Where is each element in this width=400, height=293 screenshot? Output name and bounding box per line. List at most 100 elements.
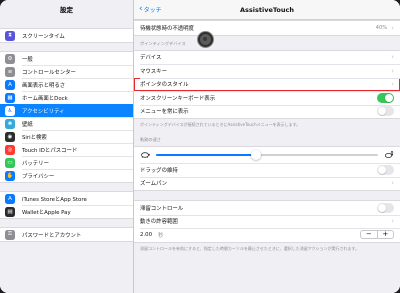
chevron-right-icon: › [391, 80, 394, 89]
idle-opacity-label: 待機状態時の不透明度 [140, 25, 194, 32]
devices-row[interactable]: デバイス › [134, 51, 400, 65]
always-show-menu-label: メニューを常に表示 [140, 109, 189, 116]
sidebar-item-wallpaper[interactable]: ❀ 壁紙 [0, 117, 133, 130]
sidebar-item-display-brightness[interactable]: A 画面表示と明るさ [0, 78, 133, 91]
dwell-footer: 滞留コントロールを有効にすると、指定した時間カーソルを静止させたときに、選択した… [140, 245, 360, 251]
sidebar-item-label: バッテリー [22, 160, 49, 167]
sidebar-item-battery[interactable]: ▭ バッテリー [0, 156, 133, 169]
chevron-right-icon: › [391, 23, 394, 32]
onscreen-keyboard-toggle[interactable] [377, 92, 394, 103]
rabbit-icon [384, 150, 394, 160]
sidebar-item-label: iTunes StoreとApp Store [22, 196, 87, 203]
dwell-seconds-stepper: − + [360, 230, 394, 240]
sidebar-item-privacy[interactable]: ✋ プライバシー [0, 169, 133, 182]
dwell-seconds-value: 2.00 [140, 231, 153, 238]
pointing-devices-footer: ポインティングデバイスが接続されているときにAssistiveTouchメニュー… [140, 122, 301, 127]
sidebar-group-store: A iTunes StoreとApp Store ▤ WalletとApple … [0, 191, 133, 219]
home-grid-icon: ▦ [5, 92, 15, 103]
tracking-group: ドラッグの維持 ズームパン › [134, 146, 400, 192]
drag-lock-row: ドラッグの維持 [134, 163, 400, 177]
movement-tolerance-row[interactable]: 動きの許容範囲 › [134, 214, 400, 229]
sidebar-item-general[interactable]: ⚙ 一般 [0, 52, 133, 65]
sidebar-item-label: Touch IDとパスコード [22, 147, 78, 154]
settings-sidebar: 設定 ⧗ スクリーンタイム ⚙ 一般 ≡ コントロールセンター A 画面表示と明… [0, 0, 134, 293]
idle-opacity-value: 40% [375, 24, 388, 31]
sidebar-item-label: 画面表示と明るさ [22, 82, 66, 89]
gear-icon: ⚙ [5, 53, 15, 64]
sidebar-item-screen-time[interactable]: ⧗ スクリーンタイム [0, 29, 133, 42]
drag-lock-toggle[interactable] [377, 164, 394, 175]
sidebar-item-label: アクセシビリティ [22, 108, 65, 115]
sidebar-item-label: Siriと検索 [22, 134, 47, 141]
back-button[interactable]: ‹ タッチ [139, 4, 162, 15]
mouse-keys-label: マウスキー [140, 68, 167, 75]
dwell-control-row: 滞留コントロール [134, 201, 400, 215]
pointer-style-label: ポインタのスタイル [140, 82, 189, 89]
control-center-icon: ≡ [5, 66, 15, 77]
assistivetouch-pane: ‹ タッチ AssistiveTouch 待機状態時の不透明度 40% › ポイ… [134, 0, 400, 293]
tracking-speed-slider[interactable] [156, 150, 378, 161]
sidebar-item-app-store[interactable]: A iTunes StoreとApp Store [0, 192, 133, 205]
stepper-plus-button[interactable]: + [376, 231, 394, 239]
sidebar-group-accounts: ⚿ パスワードとアカウント [0, 227, 133, 242]
tracking-speed-fill [156, 154, 256, 157]
pointing-devices-header: ポインティングデバイス [140, 40, 186, 46]
pointer-style-row[interactable]: ポインタのスタイル › [134, 77, 400, 92]
idle-opacity-row[interactable]: 待機状態時の不透明度 40% › [134, 21, 400, 35]
sidebar-group-screentime: ⧗ スクリーンタイム [0, 28, 133, 43]
onscreen-keyboard-label: オンスクリーンキーボード表示 [140, 95, 216, 102]
sidebar-item-accessibility[interactable]: ♿ アクセシビリティ [0, 104, 133, 117]
sidebar-item-label: ホーム画面とDock [22, 95, 68, 102]
sidebar-item-siri-search[interactable]: ◉ Siriと検索 [0, 130, 133, 143]
sidebar-group-system: ⚙ 一般 ≡ コントロールセンター A 画面表示と明るさ ▦ ホーム画面とDoc… [0, 51, 133, 183]
drag-lock-label: ドラッグの維持 [140, 167, 178, 174]
chevron-right-icon: › [391, 179, 394, 188]
dwell-control-toggle[interactable] [377, 202, 394, 213]
dwell-seconds-row: 2.00 秒 − + [134, 228, 400, 242]
sidebar-item-wallet[interactable]: ▤ WalletとApple Pay [0, 205, 133, 218]
privacy-hand-icon: ✋ [5, 170, 15, 181]
sidebar-item-home-dock[interactable]: ▦ ホーム画面とDock [0, 91, 133, 104]
dwell-control-label: 滞留コントロール [140, 205, 184, 212]
page-title: AssistiveTouch [240, 5, 294, 14]
assistive-pointer-cursor-icon [198, 32, 213, 47]
sidebar-item-touch-id[interactable]: ◎ Touch IDとパスコード [0, 143, 133, 156]
key-icon: ⚿ [5, 229, 15, 240]
pointing-devices-group: デバイス › マウスキー › ポインタのスタイル › オンスクリーンキーボード表… [134, 49, 400, 119]
stepper-minus-button[interactable]: − [361, 231, 377, 238]
dwell-group: 滞留コントロール 動きの許容範囲 › 2.00 秒 − + [134, 200, 400, 243]
chevron-right-icon: › [391, 217, 394, 226]
accessibility-icon: ♿ [5, 105, 15, 116]
tracking-speed-row [134, 147, 400, 163]
zoom-pan-label: ズームパン [140, 181, 168, 188]
tracking-speed-header: 軌跡の速さ [140, 137, 161, 143]
back-label: タッチ [143, 7, 162, 14]
chevron-left-icon: ‹ [139, 4, 143, 14]
sidebar-item-label: WalletとApple Pay [22, 209, 71, 216]
dwell-seconds-unit: 秒 [158, 232, 164, 239]
sidebar-item-control-center[interactable]: ≡ コントロールセンター [0, 65, 133, 78]
sidebar-item-label: 一般 [22, 56, 33, 63]
chevron-right-icon: › [391, 66, 394, 75]
sidebar-item-label: 壁紙 [22, 121, 33, 128]
sidebar-item-passwords[interactable]: ⚿ パスワードとアカウント [0, 228, 133, 241]
sidebar-item-label: スクリーンタイム [22, 33, 65, 40]
sidebar-item-label: パスワードとアカウント [22, 232, 82, 239]
sidebar-item-label: コントロールセンター [22, 69, 76, 76]
onscreen-keyboard-row: オンスクリーンキーボード表示 [134, 91, 400, 105]
siri-icon: ◉ [5, 131, 15, 142]
zoom-pan-row[interactable]: ズームパン › [134, 176, 400, 191]
always-show-menu-toggle[interactable] [377, 106, 394, 117]
sidebar-item-label: プライバシー [22, 173, 55, 180]
wallpaper-icon: ❀ [5, 118, 15, 129]
opacity-group: 待機状態時の不透明度 40% › [134, 20, 400, 36]
brightness-icon: A [5, 79, 15, 90]
battery-icon: ▭ [5, 157, 15, 168]
always-show-menu-row: メニューを常に表示 [134, 104, 400, 119]
devices-label: デバイス [140, 55, 162, 62]
mouse-keys-row[interactable]: マウスキー › [134, 64, 400, 78]
chevron-right-icon: › [391, 53, 394, 62]
movement-tolerance-label: 動きの許容範囲 [140, 219, 178, 226]
fingerprint-icon: ◎ [5, 144, 15, 155]
tracking-speed-knob[interactable] [250, 150, 261, 161]
